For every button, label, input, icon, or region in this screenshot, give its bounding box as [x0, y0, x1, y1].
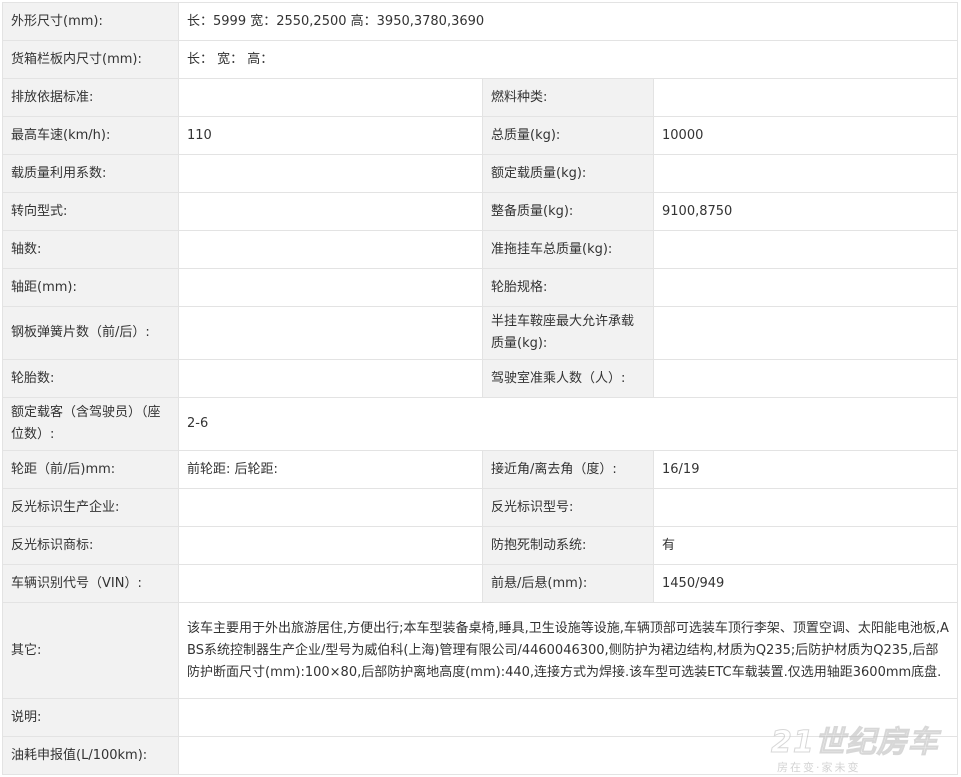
value-axle-count — [178, 230, 483, 269]
label-track-width: 轮距（前/后)mm: — [2, 450, 179, 489]
value-wheelbase — [178, 268, 483, 307]
spec-row-track: 轮距（前/后)mm: 前轮距: 后轮距: 接近角/离去角（度）: 16/19 — [2, 450, 959, 489]
value-approach-departure-angle: 16/19 — [652, 450, 959, 489]
vehicle-spec-table: 外形尺寸(mm): 长：5999 宽：2550,2500 高：3950,3780… — [2, 2, 959, 775]
value-reflector-model — [652, 488, 959, 527]
value-overall-dimensions: 长：5999 宽：2550,2500 高：3950,3780,3690 — [177, 2, 959, 41]
label-notes: 说明: — [2, 698, 179, 737]
spec-row-steering: 转向型式: 整备质量(kg): 9100,8750 — [2, 192, 959, 231]
value-emission-standard — [178, 78, 483, 117]
spec-row-springs: 钢板弹簧片数（前/后）: 半挂车鞍座最大允许承载质量(kg): — [2, 306, 959, 360]
value-overhang: 1450/949 — [652, 564, 959, 603]
value-total-mass: 10000 — [652, 116, 959, 155]
label-abs: 防抱死制动系统: — [482, 526, 654, 565]
label-cab-occupants: 驾驶室准乘人数（人）: — [482, 359, 654, 398]
label-fuel-type: 燃料种类: — [482, 78, 654, 117]
label-cargo-box-inner-size: 货箱栏板内尺寸(mm): — [2, 40, 179, 79]
watermark-logo-text: 21世纪房车 — [771, 725, 939, 761]
label-axle-count: 轴数: — [2, 230, 179, 269]
value-rated-passengers: 2-6 — [177, 397, 959, 451]
value-saddle-load — [652, 306, 959, 360]
spec-row-seats: 额定载客（含驾驶员）（座位数）: 2-6 — [2, 397, 959, 451]
value-cab-occupants — [652, 359, 959, 398]
value-leaf-springs — [178, 306, 483, 360]
label-vin: 车辆识别代号（VIN）: — [2, 564, 179, 603]
label-trailer-mass: 准拖挂车总质量(kg): — [482, 230, 654, 269]
label-wheelbase: 轴距(mm): — [2, 268, 179, 307]
label-other: 其它: — [2, 602, 179, 699]
value-track-width: 前轮距: 后轮距: — [178, 450, 483, 489]
label-leaf-springs: 钢板弹簧片数（前/后）: — [2, 306, 179, 360]
watermark-logo: 21世纪房车 房在变·家未变 — [771, 717, 939, 775]
value-steering-type — [178, 192, 483, 231]
watermark-slogan: 房在变·家未变 — [777, 761, 861, 774]
spec-row-vin: 车辆识别代号（VIN）: 前悬/后悬(mm): 1450/949 — [2, 564, 959, 603]
label-curb-mass: 整备质量(kg): — [482, 192, 654, 231]
label-rated-load: 额定载质量(kg): — [482, 154, 654, 193]
label-reflector-model: 反光标识型号: — [482, 488, 654, 527]
value-fuel-type — [652, 78, 959, 117]
label-emission-standard: 排放依据标准: — [2, 78, 179, 117]
label-reflector-manufacturer: 反光标识生产企业: — [2, 488, 179, 527]
label-tire-count: 轮胎数: — [2, 359, 179, 398]
label-overall-dimensions: 外形尺寸(mm): — [2, 2, 179, 41]
label-saddle-load: 半挂车鞍座最大允许承载质量(kg): — [482, 306, 654, 360]
spec-row-cargo-box: 货箱栏板内尺寸(mm): 长： 宽： 高： — [2, 40, 959, 79]
label-total-mass: 总质量(kg): — [482, 116, 654, 155]
value-load-factor — [178, 154, 483, 193]
value-curb-mass: 9100,8750 — [652, 192, 959, 231]
label-max-speed: 最高车速(km/h): — [2, 116, 179, 155]
spec-row-dimensions: 外形尺寸(mm): 长：5999 宽：2550,2500 高：3950,3780… — [2, 2, 959, 41]
spec-row-axles: 轴数: 准拖挂车总质量(kg): — [2, 230, 959, 269]
value-reflector-brand — [178, 526, 483, 565]
label-reflector-brand: 反光标识商标: — [2, 526, 179, 565]
label-rated-passengers: 额定载客（含驾驶员）（座位数）: — [2, 397, 179, 451]
value-cargo-box-inner-size: 长： 宽： 高： — [177, 40, 959, 79]
value-abs: 有 — [652, 526, 959, 565]
spec-row-reflector-maker: 反光标识生产企业: 反光标识型号: — [2, 488, 959, 527]
value-tire-count — [178, 359, 483, 398]
value-reflector-manufacturer — [178, 488, 483, 527]
spec-row-wheelbase: 轴距(mm): 轮胎规格: — [2, 268, 959, 307]
spec-row-tires: 轮胎数: 驾驶室准乘人数（人）: — [2, 359, 959, 398]
label-load-factor: 载质量利用系数: — [2, 154, 179, 193]
value-vin — [178, 564, 483, 603]
spec-row-emission: 排放依据标准: 燃料种类: — [2, 78, 959, 117]
spec-row-load: 载质量利用系数: 额定载质量(kg): — [2, 154, 959, 193]
value-other: 该车主要用于外出旅游居住,方便出行;本车型装备桌椅,睡具,卫生设施等设施,车辆顶… — [177, 602, 959, 699]
value-rated-load — [652, 154, 959, 193]
spec-row-reflector-brand: 反光标识商标: 防抱死制动系统: 有 — [2, 526, 959, 565]
value-max-speed: 110 — [178, 116, 483, 155]
value-trailer-mass — [652, 230, 959, 269]
label-approach-departure-angle: 接近角/离去角（度）: — [482, 450, 654, 489]
spec-row-speed: 最高车速(km/h): 110 总质量(kg): 10000 — [2, 116, 959, 155]
label-fuel-consumption: 油耗申报值(L/100km): — [2, 736, 179, 775]
spec-row-other: 其它: 该车主要用于外出旅游居住,方便出行;本车型装备桌椅,睡具,卫生设施等设施… — [2, 602, 959, 699]
label-tire-spec: 轮胎规格: — [482, 268, 654, 307]
label-steering-type: 转向型式: — [2, 192, 179, 231]
value-tire-spec — [652, 268, 959, 307]
label-overhang: 前悬/后悬(mm): — [482, 564, 654, 603]
